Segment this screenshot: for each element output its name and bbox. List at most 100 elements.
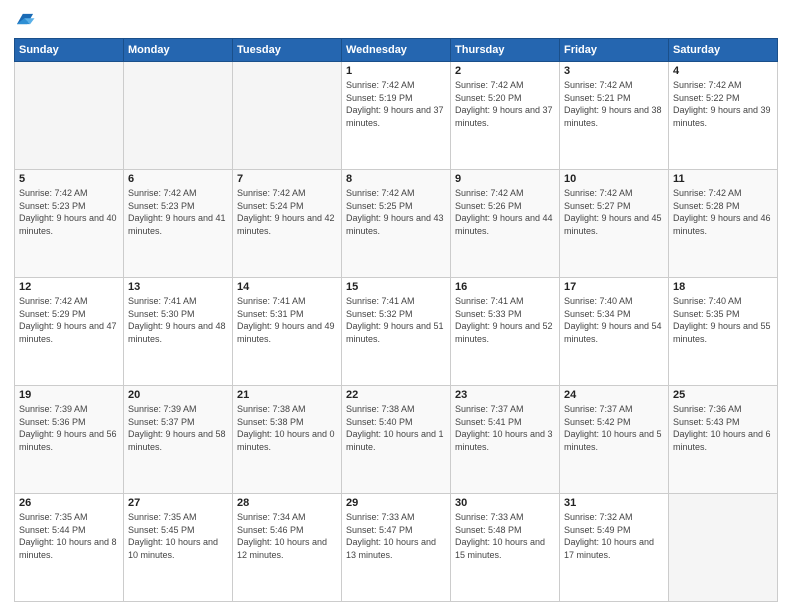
day-info: Sunrise: 7:41 AM Sunset: 5:30 PM Dayligh… bbox=[128, 295, 228, 345]
week-row-3: 12 Sunrise: 7:42 AM Sunset: 5:29 PM Dayli… bbox=[15, 278, 778, 386]
day-number: 5 bbox=[19, 173, 119, 185]
day-cell bbox=[15, 62, 124, 170]
day-number: 26 bbox=[19, 497, 119, 509]
day-number: 21 bbox=[237, 389, 337, 401]
day-cell: 13 Sunrise: 7:41 AM Sunset: 5:30 PM Dayli… bbox=[124, 278, 233, 386]
day-info: Sunrise: 7:34 AM Sunset: 5:46 PM Dayligh… bbox=[237, 511, 337, 561]
day-cell: 21 Sunrise: 7:38 AM Sunset: 5:38 PM Dayli… bbox=[233, 386, 342, 494]
day-number: 14 bbox=[237, 281, 337, 293]
day-info: Sunrise: 7:36 AM Sunset: 5:43 PM Dayligh… bbox=[673, 403, 773, 453]
day-number: 10 bbox=[564, 173, 664, 185]
day-info: Sunrise: 7:42 AM Sunset: 5:26 PM Dayligh… bbox=[455, 187, 555, 237]
day-cell bbox=[669, 494, 778, 602]
day-number: 24 bbox=[564, 389, 664, 401]
day-info: Sunrise: 7:42 AM Sunset: 5:20 PM Dayligh… bbox=[455, 79, 555, 129]
day-cell: 20Sunrise: 7:39 AM Sunset: 5:37 PM Dayli… bbox=[124, 386, 233, 494]
day-info: Sunrise: 7:39 AM Sunset: 5:36 PM Dayligh… bbox=[19, 403, 119, 453]
day-cell: 25 Sunrise: 7:36 AM Sunset: 5:43 PM Dayli… bbox=[669, 386, 778, 494]
weekday-thursday: Thursday bbox=[451, 39, 560, 62]
day-number: 1 bbox=[346, 65, 446, 77]
day-info: Sunrise: 7:41 AM Sunset: 5:32 PM Dayligh… bbox=[346, 295, 446, 345]
day-info: Sunrise: 7:32 AM Sunset: 5:49 PM Dayligh… bbox=[564, 511, 664, 561]
day-number: 31 bbox=[564, 497, 664, 509]
day-cell: 22Sunrise: 7:38 AM Sunset: 5:40 PM Dayli… bbox=[342, 386, 451, 494]
day-info: Sunrise: 7:42 AM Sunset: 5:19 PM Dayligh… bbox=[346, 79, 446, 129]
logo bbox=[14, 10, 38, 30]
weekday-wednesday: Wednesday bbox=[342, 39, 451, 62]
day-cell: 30Sunrise: 7:33 AM Sunset: 5:48 PM Dayli… bbox=[451, 494, 560, 602]
page: SundayMondayTuesdayWednesdayThursdayFrid… bbox=[0, 0, 792, 612]
day-number: 27 bbox=[128, 497, 228, 509]
day-number: 22 bbox=[346, 389, 446, 401]
day-number: 25 bbox=[673, 389, 773, 401]
week-row-1: 1 Sunrise: 7:42 AM Sunset: 5:19 PM Daylig… bbox=[15, 62, 778, 170]
day-info: Sunrise: 7:42 AM Sunset: 5:28 PM Dayligh… bbox=[673, 187, 773, 237]
day-info: Sunrise: 7:37 AM Sunset: 5:42 PM Dayligh… bbox=[564, 403, 664, 453]
weekday-saturday: Saturday bbox=[669, 39, 778, 62]
day-cell: 23Sunrise: 7:37 AM Sunset: 5:41 PM Dayli… bbox=[451, 386, 560, 494]
day-cell: 16 Sunrise: 7:41 AM Sunset: 5:33 PM Dayli… bbox=[451, 278, 560, 386]
day-cell bbox=[124, 62, 233, 170]
day-info: Sunrise: 7:40 AM Sunset: 5:34 PM Dayligh… bbox=[564, 295, 664, 345]
day-number: 12 bbox=[19, 281, 119, 293]
day-cell: 17 Sunrise: 7:40 AM Sunset: 5:34 PM Dayli… bbox=[560, 278, 669, 386]
day-cell: 4Sunrise: 7:42 AM Sunset: 5:22 PM Daylig… bbox=[669, 62, 778, 170]
day-info: Sunrise: 7:42 AM Sunset: 5:23 PM Dayligh… bbox=[128, 187, 228, 237]
day-number: 30 bbox=[455, 497, 555, 509]
day-cell: 18 Sunrise: 7:40 AM Sunset: 5:35 PM Dayli… bbox=[669, 278, 778, 386]
day-info: Sunrise: 7:42 AM Sunset: 5:23 PM Dayligh… bbox=[19, 187, 119, 237]
day-number: 18 bbox=[673, 281, 773, 293]
day-number: 19 bbox=[19, 389, 119, 401]
weekday-header-row: SundayMondayTuesdayWednesdayThursdayFrid… bbox=[15, 39, 778, 62]
day-info: Sunrise: 7:35 AM Sunset: 5:44 PM Dayligh… bbox=[19, 511, 119, 561]
day-info: Sunrise: 7:33 AM Sunset: 5:47 PM Dayligh… bbox=[346, 511, 446, 561]
day-number: 13 bbox=[128, 281, 228, 293]
day-cell: 24 Sunrise: 7:37 AM Sunset: 5:42 PM Dayli… bbox=[560, 386, 669, 494]
day-info: Sunrise: 7:42 AM Sunset: 5:24 PM Dayligh… bbox=[237, 187, 337, 237]
weekday-friday: Friday bbox=[560, 39, 669, 62]
day-cell: 14Sunrise: 7:41 AM Sunset: 5:31 PM Dayli… bbox=[233, 278, 342, 386]
day-cell: 2Sunrise: 7:42 AM Sunset: 5:20 PM Daylig… bbox=[451, 62, 560, 170]
day-number: 6 bbox=[128, 173, 228, 185]
day-info: Sunrise: 7:40 AM Sunset: 5:35 PM Dayligh… bbox=[673, 295, 773, 345]
day-cell bbox=[233, 62, 342, 170]
day-number: 16 bbox=[455, 281, 555, 293]
day-cell: 5 Sunrise: 7:42 AM Sunset: 5:23 PM Daylig… bbox=[15, 170, 124, 278]
week-row-2: 5 Sunrise: 7:42 AM Sunset: 5:23 PM Daylig… bbox=[15, 170, 778, 278]
week-row-5: 26 Sunrise: 7:35 AM Sunset: 5:44 PM Dayli… bbox=[15, 494, 778, 602]
day-cell: 26 Sunrise: 7:35 AM Sunset: 5:44 PM Dayli… bbox=[15, 494, 124, 602]
day-cell: 3Sunrise: 7:42 AM Sunset: 5:21 PM Daylig… bbox=[560, 62, 669, 170]
day-cell: 1 Sunrise: 7:42 AM Sunset: 5:19 PM Daylig… bbox=[342, 62, 451, 170]
day-number: 15 bbox=[346, 281, 446, 293]
day-cell: 28 Sunrise: 7:34 AM Sunset: 5:46 PM Dayli… bbox=[233, 494, 342, 602]
day-cell: 19 Sunrise: 7:39 AM Sunset: 5:36 PM Dayli… bbox=[15, 386, 124, 494]
day-cell: 8Sunrise: 7:42 AM Sunset: 5:25 PM Daylig… bbox=[342, 170, 451, 278]
day-number: 29 bbox=[346, 497, 446, 509]
day-cell: 10 Sunrise: 7:42 AM Sunset: 5:27 PM Dayli… bbox=[560, 170, 669, 278]
day-number: 17 bbox=[564, 281, 664, 293]
day-cell: 12 Sunrise: 7:42 AM Sunset: 5:29 PM Dayli… bbox=[15, 278, 124, 386]
week-row-4: 19 Sunrise: 7:39 AM Sunset: 5:36 PM Dayli… bbox=[15, 386, 778, 494]
day-info: Sunrise: 7:39 AM Sunset: 5:37 PM Dayligh… bbox=[128, 403, 228, 453]
weekday-tuesday: Tuesday bbox=[233, 39, 342, 62]
day-info: Sunrise: 7:42 AM Sunset: 5:29 PM Dayligh… bbox=[19, 295, 119, 345]
weekday-sunday: Sunday bbox=[15, 39, 124, 62]
day-number: 11 bbox=[673, 173, 773, 185]
day-number: 8 bbox=[346, 173, 446, 185]
day-cell: 9 Sunrise: 7:42 AM Sunset: 5:26 PM Daylig… bbox=[451, 170, 560, 278]
header bbox=[14, 10, 778, 30]
day-cell: 11 Sunrise: 7:42 AM Sunset: 5:28 PM Dayli… bbox=[669, 170, 778, 278]
day-number: 28 bbox=[237, 497, 337, 509]
day-info: Sunrise: 7:42 AM Sunset: 5:27 PM Dayligh… bbox=[564, 187, 664, 237]
weekday-monday: Monday bbox=[124, 39, 233, 62]
day-info: Sunrise: 7:42 AM Sunset: 5:21 PM Dayligh… bbox=[564, 79, 664, 129]
calendar: SundayMondayTuesdayWednesdayThursdayFrid… bbox=[14, 38, 778, 602]
day-info: Sunrise: 7:35 AM Sunset: 5:45 PM Dayligh… bbox=[128, 511, 228, 561]
day-number: 9 bbox=[455, 173, 555, 185]
day-number: 7 bbox=[237, 173, 337, 185]
day-cell: 6 Sunrise: 7:42 AM Sunset: 5:23 PM Daylig… bbox=[124, 170, 233, 278]
logo-icon bbox=[14, 8, 36, 30]
day-info: Sunrise: 7:38 AM Sunset: 5:38 PM Dayligh… bbox=[237, 403, 337, 453]
day-info: Sunrise: 7:41 AM Sunset: 5:33 PM Dayligh… bbox=[455, 295, 555, 345]
day-cell: 15 Sunrise: 7:41 AM Sunset: 5:32 PM Dayli… bbox=[342, 278, 451, 386]
